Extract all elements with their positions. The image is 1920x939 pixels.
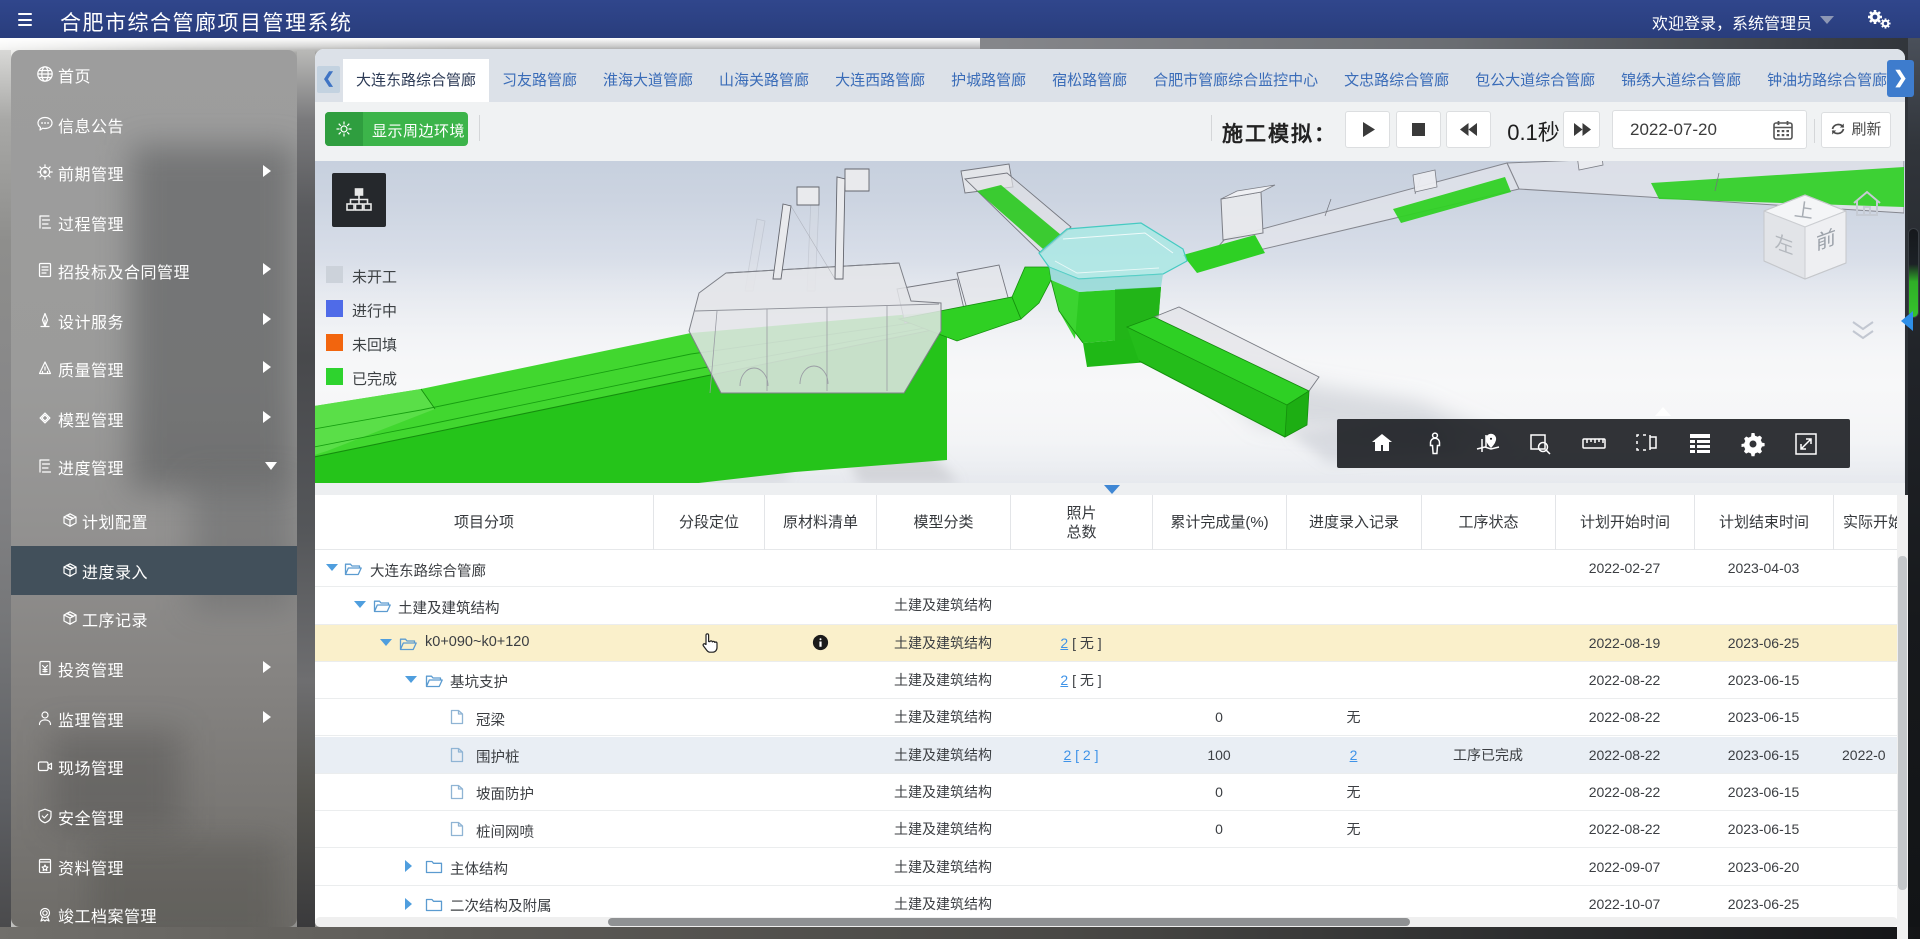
svg-text:上: 上 [1793, 199, 1815, 223]
